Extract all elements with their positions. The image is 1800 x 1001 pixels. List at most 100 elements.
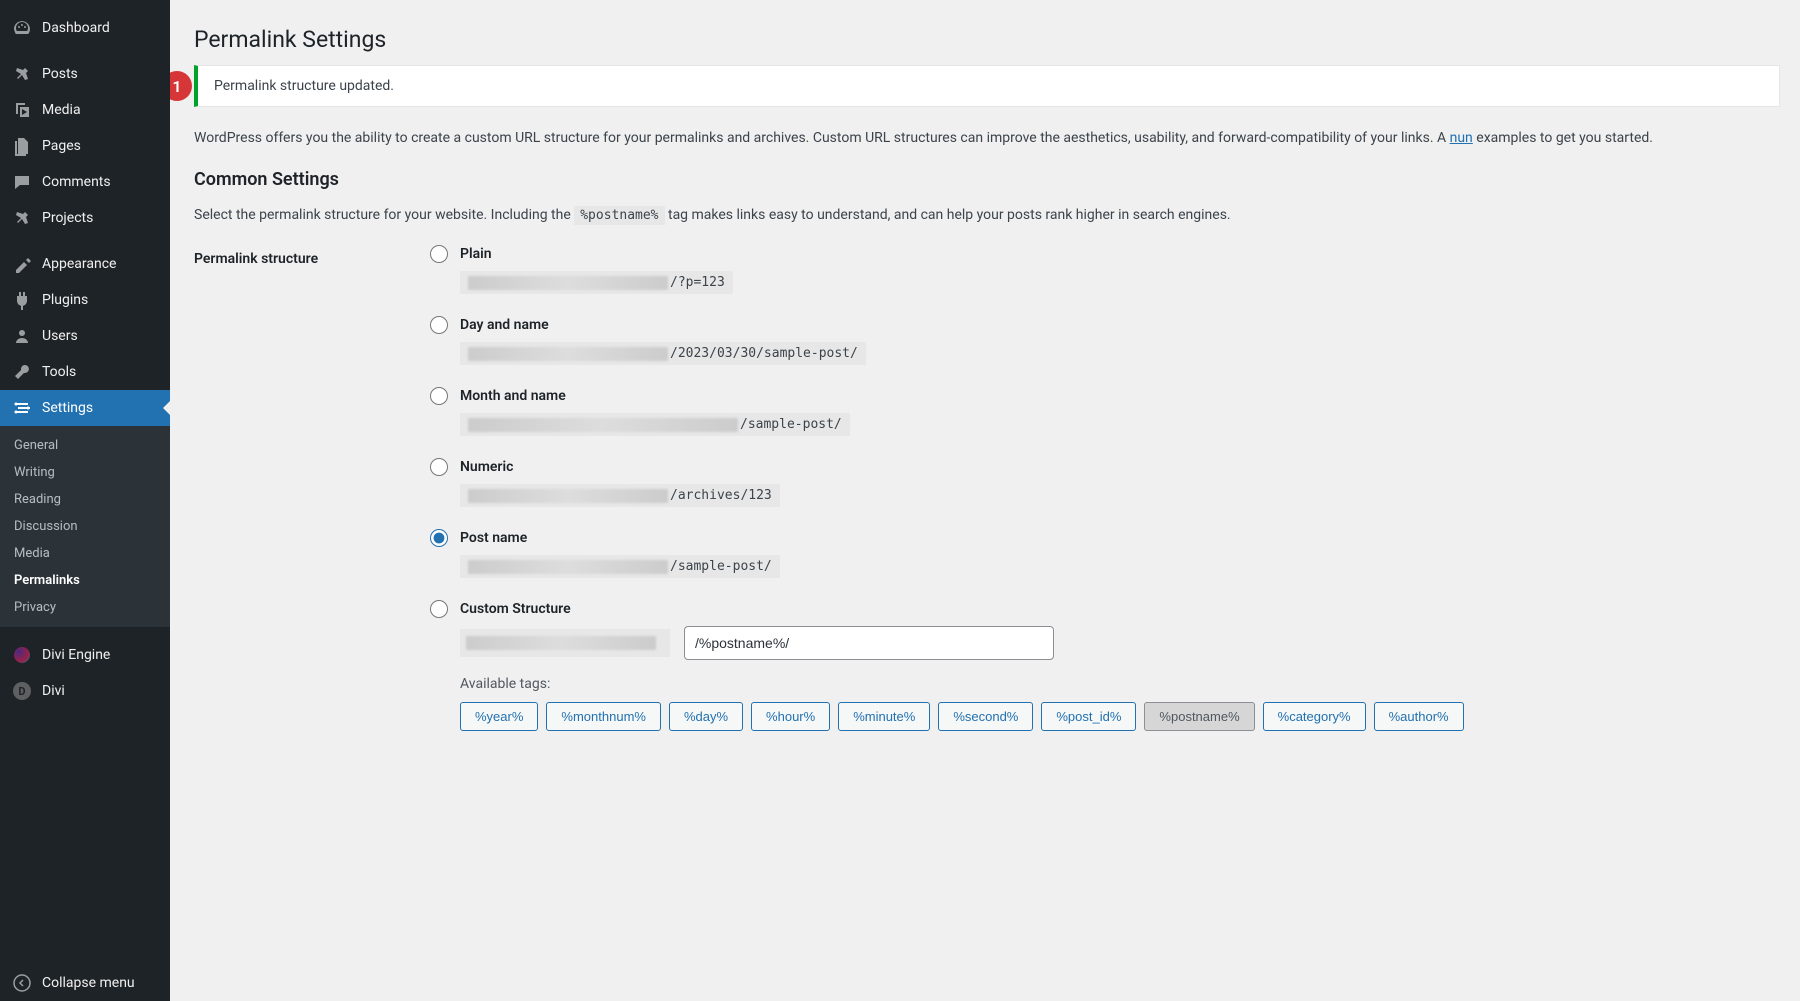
submenu-permalinks[interactable]: Permalinks	[0, 567, 170, 594]
radio-day-name[interactable]: Day and name	[430, 316, 1780, 334]
divi-engine-icon	[12, 645, 32, 665]
option-label: Numeric	[460, 459, 513, 475]
radio-post-name-input[interactable]	[430, 529, 448, 547]
radio-month-name-input[interactable]	[430, 387, 448, 405]
tag-postid[interactable]: %post_id%	[1041, 702, 1136, 731]
option-post-name: Post name /sample-post/	[430, 529, 1780, 578]
radio-month-name[interactable]: Month and name	[430, 387, 1780, 405]
intro-link[interactable]: nun	[1450, 130, 1473, 146]
pin-icon	[12, 64, 32, 84]
submenu-writing[interactable]: Writing	[0, 459, 170, 486]
media-icon	[12, 100, 32, 120]
chevron-left-icon	[12, 973, 32, 993]
postname-code: %postname%	[574, 206, 664, 225]
sidebar-item-label: Divi	[42, 683, 65, 699]
admin-sidebar: Dashboard Posts Media Pages Commen	[0, 0, 170, 1001]
settings-icon	[12, 398, 32, 418]
sidebar-item-label: Comments	[42, 174, 111, 190]
custom-structure-input[interactable]	[684, 626, 1054, 660]
content-area: Permalink Settings 1 Permalink structure…	[170, 0, 1800, 1001]
sidebar-item-settings[interactable]: Settings	[0, 390, 170, 426]
sidebar-item-label: Pages	[42, 138, 81, 154]
tag-second[interactable]: %second%	[938, 702, 1033, 731]
permalink-structure-options: Plain /?p=123 Day and name /2023/03/30/s…	[430, 245, 1780, 753]
option-label: Day and name	[460, 317, 549, 333]
sidebar-item-plugins[interactable]: Plugins	[0, 282, 170, 318]
tag-minute[interactable]: %minute%	[838, 702, 930, 731]
sidebar-item-label: Dashboard	[42, 20, 110, 36]
custom-base-url	[460, 629, 670, 657]
sidebar-item-media[interactable]: Media	[0, 92, 170, 128]
sidebar-item-tools[interactable]: Tools	[0, 354, 170, 390]
permalink-structure-row: Permalink structure Plain /?p=123 Day an…	[194, 245, 1780, 753]
annotation-marker-1: 1	[170, 71, 192, 101]
tag-year[interactable]: %year%	[460, 702, 538, 731]
available-tags-label: Available tags:	[460, 676, 1780, 692]
example-plain: /?p=123	[460, 271, 1780, 294]
sidebar-item-label: Posts	[42, 66, 78, 82]
sidebar-item-label: Tools	[42, 364, 76, 380]
pages-icon	[12, 136, 32, 156]
option-custom: Custom Structure Available tags: %year% …	[430, 600, 1780, 731]
sidebar-item-divi-engine[interactable]: Divi Engine	[0, 637, 170, 673]
pin-icon	[12, 208, 32, 228]
success-notice: 1 Permalink structure updated.	[194, 65, 1780, 107]
sidebar-item-label: Settings	[42, 400, 93, 416]
comments-icon	[12, 172, 32, 192]
tag-postname[interactable]: %postname%	[1144, 702, 1254, 731]
settings-submenu: General Writing Reading Discussion Media…	[0, 426, 170, 627]
sidebar-item-pages[interactable]: Pages	[0, 128, 170, 164]
tag-day[interactable]: %day%	[669, 702, 743, 731]
sidebar-item-comments[interactable]: Comments	[0, 164, 170, 200]
app-root: Dashboard Posts Media Pages Commen	[0, 0, 1800, 1001]
example-month: /sample-post/	[460, 413, 1780, 436]
option-month-name: Month and name /sample-post/	[430, 387, 1780, 436]
sidebar-item-label: Divi Engine	[42, 647, 110, 663]
sidebar-item-dashboard[interactable]: Dashboard	[0, 10, 170, 46]
option-day-name: Day and name /2023/03/30/sample-post/	[430, 316, 1780, 365]
example-day: /2023/03/30/sample-post/	[460, 342, 1780, 365]
submenu-media[interactable]: Media	[0, 540, 170, 567]
tag-author[interactable]: %author%	[1374, 702, 1464, 731]
sidebar-item-label: Users	[42, 328, 78, 344]
collapse-menu-button[interactable]: Collapse menu	[0, 965, 170, 1001]
appearance-icon	[12, 254, 32, 274]
available-tags-row: %year% %monthnum% %day% %hour% %minute% …	[460, 702, 1780, 731]
radio-plain[interactable]: Plain	[430, 245, 1780, 263]
sidebar-item-users[interactable]: Users	[0, 318, 170, 354]
submenu-general[interactable]: General	[0, 432, 170, 459]
tag-category[interactable]: %category%	[1263, 702, 1366, 731]
users-icon	[12, 326, 32, 346]
collapse-label: Collapse menu	[42, 975, 135, 991]
sidebar-item-divi[interactable]: D Divi	[0, 673, 170, 709]
permalink-structure-label: Permalink structure	[194, 245, 430, 267]
radio-custom-input[interactable]	[430, 600, 448, 618]
dashboard-icon	[12, 18, 32, 38]
submenu-reading[interactable]: Reading	[0, 486, 170, 513]
plugins-icon	[12, 290, 32, 310]
radio-plain-input[interactable]	[430, 245, 448, 263]
submenu-privacy[interactable]: Privacy	[0, 594, 170, 621]
sidebar-item-appearance[interactable]: Appearance	[0, 246, 170, 282]
option-plain: Plain /?p=123	[430, 245, 1780, 294]
tag-hour[interactable]: %hour%	[751, 702, 830, 731]
sidebar-item-projects[interactable]: Projects	[0, 200, 170, 236]
radio-custom[interactable]: Custom Structure	[430, 600, 1780, 618]
notice-text: Permalink structure updated.	[214, 78, 394, 94]
option-numeric: Numeric /archives/123	[430, 458, 1780, 507]
sidebar-item-posts[interactable]: Posts	[0, 56, 170, 92]
sidebar-item-label: Media	[42, 102, 81, 118]
radio-numeric-input[interactable]	[430, 458, 448, 476]
example-postname: /sample-post/	[460, 555, 1780, 578]
radio-day-name-input[interactable]	[430, 316, 448, 334]
page-title: Permalink Settings	[194, 26, 1780, 53]
option-label: Month and name	[460, 388, 566, 404]
radio-numeric[interactable]: Numeric	[430, 458, 1780, 476]
radio-post-name[interactable]: Post name	[430, 529, 1780, 547]
sidebar-item-label: Plugins	[42, 292, 88, 308]
option-label: Plain	[460, 246, 492, 262]
intro-text: WordPress offers you the ability to crea…	[194, 127, 1780, 149]
tag-monthnum[interactable]: %monthnum%	[546, 702, 661, 731]
submenu-discussion[interactable]: Discussion	[0, 513, 170, 540]
option-label: Post name	[460, 530, 527, 546]
